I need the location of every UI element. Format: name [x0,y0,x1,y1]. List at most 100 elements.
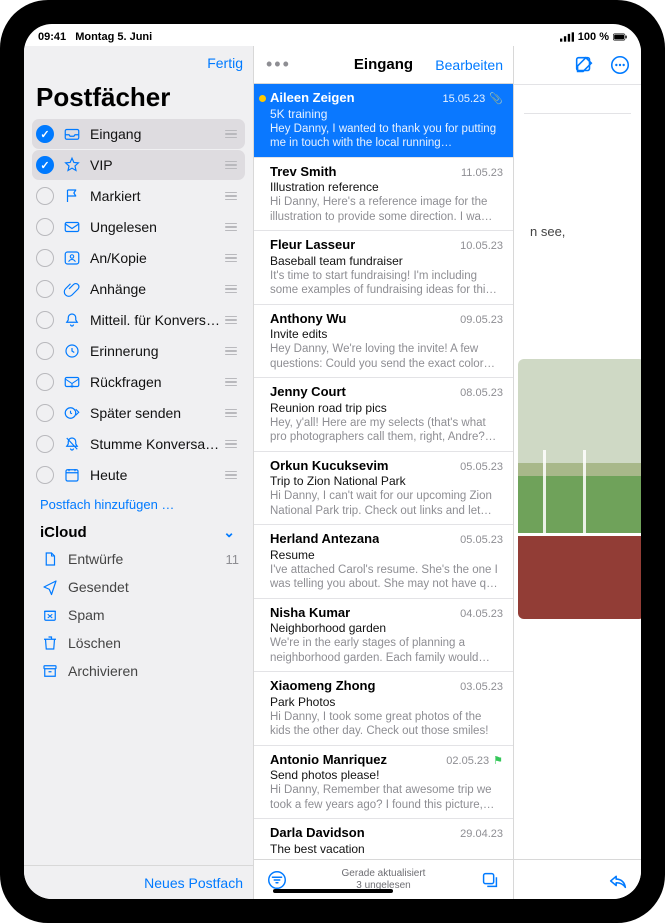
message-row[interactable]: Aileen Zeigen15.05.23📎5K trainingHey Dan… [254,84,513,158]
checkbox-icon[interactable] [36,311,54,329]
message-detail-column: n see, [514,46,641,899]
xmark-bin-icon [40,605,60,625]
mailbox-label: Spam [68,607,239,623]
checkbox-icon[interactable] [36,280,54,298]
doc-icon [40,549,60,569]
checkbox-icon[interactable] [36,342,54,360]
message-from: Jenny Court [270,384,346,400]
status-bar: 09:41 Montag 5. Juni 100 % [24,24,641,46]
mailbox-label: Eingang [90,126,223,142]
envelope-icon [62,217,82,237]
mailbox-row[interactable]: Rückfragen [32,367,245,397]
mailbox-subrow[interactable]: Entwürfe11 [28,545,249,573]
ellipsis-circle-icon[interactable] [609,54,631,76]
message-preview: Hey, y'all! Here are my selects (that's … [270,416,503,445]
mailbox-row[interactable]: Erinnerung [32,336,245,366]
drag-handle-icon[interactable] [223,409,239,418]
signal-icon [560,32,574,42]
checkbox-icon[interactable] [36,156,54,174]
message-preview: Hi Danny, I can't wait for our upcoming … [270,489,503,518]
battery-text: 100 % [578,31,609,43]
battery-icon [613,32,627,42]
message-from: Anthony Wu [270,311,346,327]
checkbox-icon[interactable] [36,435,54,453]
message-preview: Hey Danny, We're loving the invite! A fe… [270,342,503,371]
drag-handle-icon[interactable] [223,378,239,387]
home-indicator [273,889,393,893]
message-row[interactable]: Nisha Kumar04.05.23Neighborhood gardenWe… [254,599,513,673]
drag-handle-icon[interactable] [223,285,239,294]
flag-icon: ⚑ [493,755,503,767]
checkbox-icon[interactable] [36,404,54,422]
message-preview: It's time to start fundraising! I'm incl… [270,269,503,298]
mailbox-row[interactable]: Mitteil. für Konversa… [32,305,245,335]
checkbox-icon[interactable] [36,218,54,236]
mailbox-row[interactable]: Heute [32,460,245,490]
message-row[interactable]: Jenny Court 08.05.23Reunion road trip pic… [254,378,513,452]
mailbox-row[interactable]: Markiert [32,181,245,211]
add-mailbox-link[interactable]: Postfach hinzufügen … [28,491,249,520]
checkbox-icon[interactable] [36,249,54,267]
chevron-down-icon: ⌄ [223,524,235,541]
drag-handle-icon[interactable] [223,192,239,201]
drag-handle-icon[interactable] [223,316,239,325]
reply-icon[interactable] [607,869,629,891]
mailbox-label: Später senden [90,405,223,421]
status-time: 09:41 [38,31,66,43]
checkbox-icon[interactable] [36,373,54,391]
message-row[interactable]: Anthony Wu09.05.23Invite editsHey Danny,… [254,305,513,379]
message-row[interactable]: Orkun Kucuksevim05.05.23Trip to Zion Nat… [254,452,513,526]
mailbox-subrow[interactable]: Archivieren [28,657,249,685]
drag-handle-icon[interactable] [223,440,239,449]
message-date: 03.05.23 [460,681,503,695]
message-date: 08.05.23 [460,387,503,401]
mailbox-row[interactable]: An/Kopie [32,243,245,273]
list-status: Gerade aktualisiert 3 ungelesen [254,868,513,891]
mailbox-row[interactable]: Später senden [32,398,245,428]
message-row[interactable]: Fleur Lasseur10.05.23Baseball team fundr… [254,231,513,305]
drag-handle-icon[interactable] [223,254,239,263]
message-date: 05.05.23 [460,534,503,548]
trash-icon [40,633,60,653]
checkbox-icon[interactable] [36,466,54,484]
message-row[interactable]: Trev Smith11.05.23Illustration reference… [254,158,513,232]
mailbox-label: Rückfragen [90,374,223,390]
done-button[interactable]: Fertig [207,55,243,71]
message-row[interactable]: Herland Antezana05.05.23ResumeI've attac… [254,525,513,599]
mailboxes-title: Postfächer [24,80,253,119]
new-mailbox-button[interactable]: Neues Postfach [144,875,243,891]
message-from: Fleur Lasseur [270,237,355,253]
compose-icon[interactable] [573,54,595,76]
drag-handle-icon[interactable] [223,223,239,232]
drag-handle-icon[interactable] [223,161,239,170]
mailbox-row[interactable]: Ungelesen [32,212,245,242]
mailbox-label: Löschen [68,635,239,651]
message-date: 05.05.23 [460,461,503,475]
person-crop-icon [62,248,82,268]
account-section-header[interactable]: iCloud⌄ [28,520,249,545]
drag-handle-icon[interactable] [223,347,239,356]
star-icon [62,155,82,175]
mailbox-label: Mitteil. für Konversa… [90,312,223,328]
checkbox-icon[interactable] [36,125,54,143]
checkbox-icon[interactable] [36,187,54,205]
drag-handle-icon[interactable] [223,130,239,139]
message-subject: Reunion road trip pics [270,401,503,416]
message-subject: Send photos please! [270,768,503,783]
message-row[interactable]: Darla Davidson29.04.23The best vacation [254,819,513,859]
mailbox-subrow[interactable]: Gesendet [28,573,249,601]
mailbox-row[interactable]: VIP [32,150,245,180]
message-row[interactable]: Xiaomeng Zhong03.05.23Park PhotosHi Dann… [254,672,513,746]
mailbox-row[interactable]: Anhänge [32,274,245,304]
mailbox-row[interactable]: Stumme Konversati… [32,429,245,459]
edit-button[interactable]: Bearbeiten [435,57,503,73]
mailbox-row[interactable]: Eingang [32,119,245,149]
mailbox-subrow[interactable]: Spam [28,601,249,629]
message-subject: Invite edits [270,327,503,342]
mailbox-subrow[interactable]: Löschen [28,629,249,657]
more-icon[interactable]: ••• [264,54,291,75]
mailbox-label: Archivieren [68,663,239,679]
message-row[interactable]: Antonio Manriquez02.05.23⚑Send photos pl… [254,746,513,820]
message-from: Herland Antezana [270,531,379,547]
drag-handle-icon[interactable] [223,471,239,480]
